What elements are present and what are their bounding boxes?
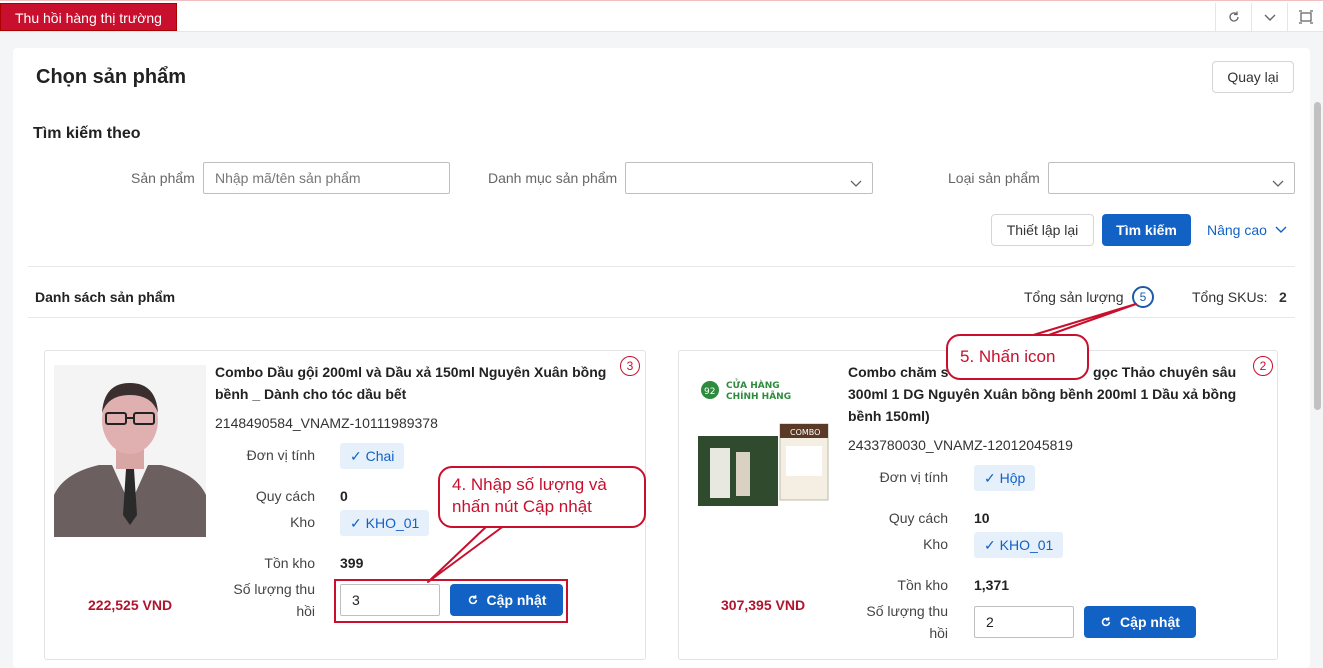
chevron-down-icon xyxy=(1272,169,1284,199)
product-name: bềnh 150ml) xyxy=(848,408,930,424)
fullscreen-icon[interactable] xyxy=(1287,3,1323,31)
product-name: Combo Dầu gội 200ml và Dầu xả 150ml Nguy… xyxy=(215,364,607,380)
spec-value: 0 xyxy=(340,488,348,504)
category-label: Danh mục sản phẩm xyxy=(488,170,618,186)
image-text: COMBO xyxy=(790,428,820,437)
divider xyxy=(28,266,1295,267)
scrollbar-thumb[interactable] xyxy=(1314,102,1321,410)
warehouse-value: KHO_01 xyxy=(999,537,1054,553)
image-text: CHÍNH HÃNG xyxy=(726,390,791,402)
annotation-step-5: 5. Nhấn icon xyxy=(946,334,1089,380)
type-select[interactable] xyxy=(1048,162,1295,194)
product-name: bềnh _ Dành cho tóc dầu bết xyxy=(215,386,407,402)
update-label: Cập nhật xyxy=(1120,614,1180,630)
unit-chip: ✓ Chai xyxy=(340,443,405,469)
search-button[interactable]: Tìm kiếm xyxy=(1102,214,1191,246)
qty-label: hồi xyxy=(929,625,948,641)
search-section-title: Tìm kiếm theo xyxy=(33,125,141,142)
stock-value: 399 xyxy=(340,555,364,571)
page-title: Chọn sản phẩm xyxy=(36,66,187,88)
advanced-link[interactable]: Nâng cao xyxy=(1207,222,1287,238)
product-price: 307,395 VND xyxy=(721,597,806,613)
product-list-title: Danh sách sản phẩm xyxy=(35,289,176,305)
stock-label: Tồn kho xyxy=(897,577,948,593)
update-button[interactable]: Cập nhật xyxy=(1084,606,1196,638)
warehouse-label: Kho xyxy=(923,536,948,552)
type-label: Loại sản phẩm xyxy=(948,170,1040,186)
check-icon: ✓ xyxy=(350,515,362,531)
refresh-icon xyxy=(1101,617,1111,627)
annotation-step-4: 4. Nhập số lượng và nhấn nút Cập nhật xyxy=(438,466,646,528)
spec-value: 10 xyxy=(974,510,990,526)
tab-bar: Thu hồi hàng thị trường xyxy=(0,0,1323,32)
stock-value: 1,371 xyxy=(974,577,1010,593)
product-name: Combo chăm s xyxy=(848,364,949,380)
total-quantity-label: Tổng sản lượng xyxy=(1024,289,1124,305)
divider xyxy=(28,317,1295,318)
back-button[interactable]: Quay lại xyxy=(1212,61,1294,93)
window-controls xyxy=(1215,3,1323,31)
spec-label: Quy cách xyxy=(255,488,315,504)
warehouse-label: Kho xyxy=(290,514,315,530)
unit-label: Đơn vị tính xyxy=(879,469,948,485)
svg-text:92: 92 xyxy=(704,387,715,397)
category-select[interactable] xyxy=(625,162,873,194)
chevron-down-icon xyxy=(1275,226,1287,233)
total-sku-label: Tổng SKUs: xyxy=(1192,289,1268,305)
stock-label: Tồn kho xyxy=(264,555,315,571)
annotation-text: 4. Nhập số lượng và xyxy=(452,475,607,494)
advanced-label: Nâng cao xyxy=(1207,222,1267,238)
quantity-input[interactable]: 2 xyxy=(974,606,1074,638)
product-image xyxy=(54,365,206,537)
product-name: 300ml 1 DG Nguyên Xuân bồng bềnh 200ml 1… xyxy=(848,386,1237,402)
unit-label: Đơn vị tính xyxy=(246,447,315,463)
qty-label: hồi xyxy=(296,603,315,619)
spec-label: Quy cách xyxy=(888,510,948,526)
product-search-input[interactable]: Nhập mã/tên sản phẩm xyxy=(203,162,450,194)
total-sku-value: 2 xyxy=(1279,289,1287,305)
reset-button[interactable]: Thiết lập lại xyxy=(991,214,1094,246)
product-sku: 2433780030_VNAMZ-12012045819 xyxy=(848,437,1073,453)
chevron-down-icon xyxy=(850,169,862,199)
product-label: Sản phẩm xyxy=(131,170,195,186)
unit-value: Chai xyxy=(365,448,395,464)
highlight-box xyxy=(334,579,568,623)
product-price: 222,525 VND xyxy=(88,597,173,613)
qty-label: Số lượng thu xyxy=(866,603,948,619)
refresh-icon[interactable] xyxy=(1215,3,1251,31)
annotation-text: nhấn nút Cập nhật xyxy=(452,497,592,516)
card-badge: 3 xyxy=(620,356,640,376)
warehouse-chip: ✓ KHO_01 xyxy=(974,532,1064,558)
card-badge: 2 xyxy=(1253,356,1273,376)
warehouse-chip: ✓ KHO_01 xyxy=(340,510,430,536)
check-icon: ✓ xyxy=(350,448,362,464)
total-quantity-icon[interactable]: 5 xyxy=(1132,286,1154,308)
chevron-down-icon[interactable] xyxy=(1251,3,1287,31)
qty-label: Số lượng thu xyxy=(233,581,315,597)
product-name: gọc Thảo chuyên sâu xyxy=(1093,364,1237,380)
warehouse-value: KHO_01 xyxy=(365,515,420,531)
unit-value: Hộp xyxy=(999,470,1026,486)
tab-thu-hoi-hang-thi-truong[interactable]: Thu hồi hàng thị trường xyxy=(0,3,177,31)
image-text: CỬA HÀNG xyxy=(726,378,780,391)
check-icon: ✓ xyxy=(984,470,996,486)
product-image: 92 CỬA HÀNG CHÍNH HÃNG COMBO xyxy=(690,370,840,510)
unit-chip: ✓ Hộp xyxy=(974,465,1036,491)
check-icon: ✓ xyxy=(984,537,996,553)
product-sku: 2148490584_VNAMZ-10111989378 xyxy=(215,415,438,431)
